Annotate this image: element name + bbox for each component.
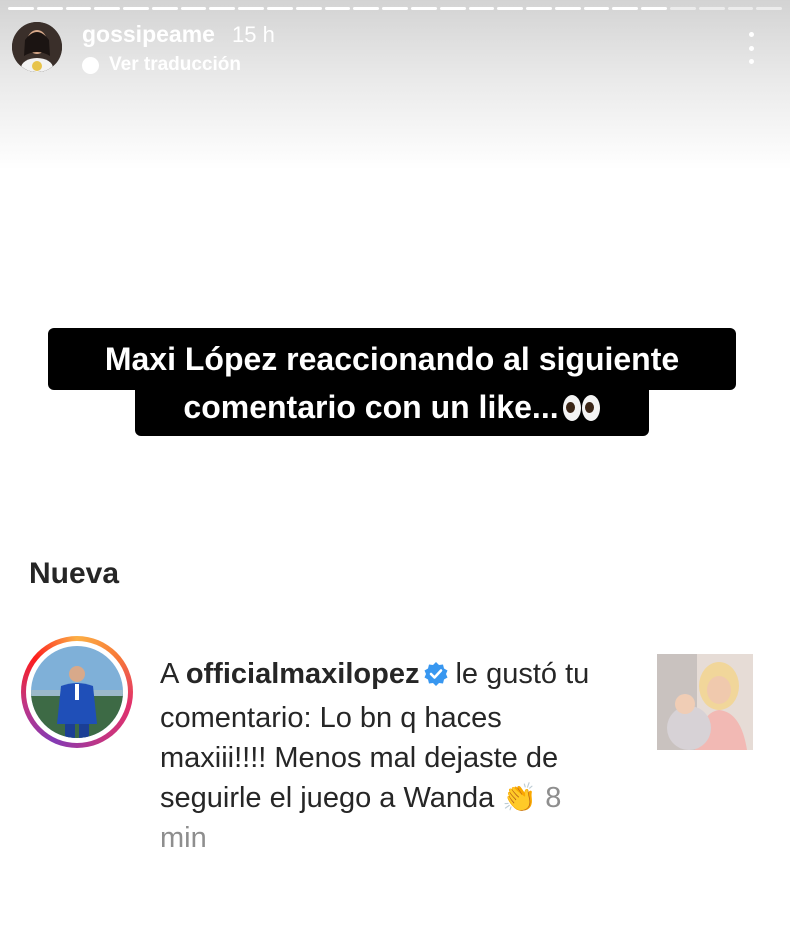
- notification-prefix: A: [160, 658, 178, 690]
- eyes-emoji-icon: [562, 385, 601, 435]
- story-author-avatar[interactable]: [12, 22, 62, 72]
- notification-account[interactable]: officialmaxilopez: [186, 658, 420, 690]
- translate-icon: [82, 56, 99, 74]
- more-vertical-icon[interactable]: [744, 32, 758, 64]
- caption-line-2-text: comentario con un like...: [183, 389, 559, 425]
- notification-avatar[interactable]: [21, 636, 133, 748]
- verified-badge-icon: [423, 658, 449, 698]
- caption-line-1: Maxi López reaccionando al siguiente: [48, 328, 736, 390]
- clapping-hands-emoji-icon: 👏: [502, 782, 538, 813]
- translate-button[interactable]: Ver traducción: [82, 54, 241, 76]
- notification-section-label: Nueva: [29, 557, 120, 590]
- notification-text[interactable]: A officialmaxilopez le gustó tu comentari…: [160, 654, 600, 858]
- comment-post-thumbnail[interactable]: [657, 654, 753, 750]
- story-username[interactable]: gossipeame: [82, 21, 215, 48]
- caption-line-2: comentario con un like...: [135, 382, 649, 436]
- translate-label: Ver traducción: [109, 54, 241, 75]
- profile-photo: [31, 646, 123, 738]
- story-time-ago: 15 h: [232, 22, 275, 47]
- story-progress-bar: [8, 7, 783, 10]
